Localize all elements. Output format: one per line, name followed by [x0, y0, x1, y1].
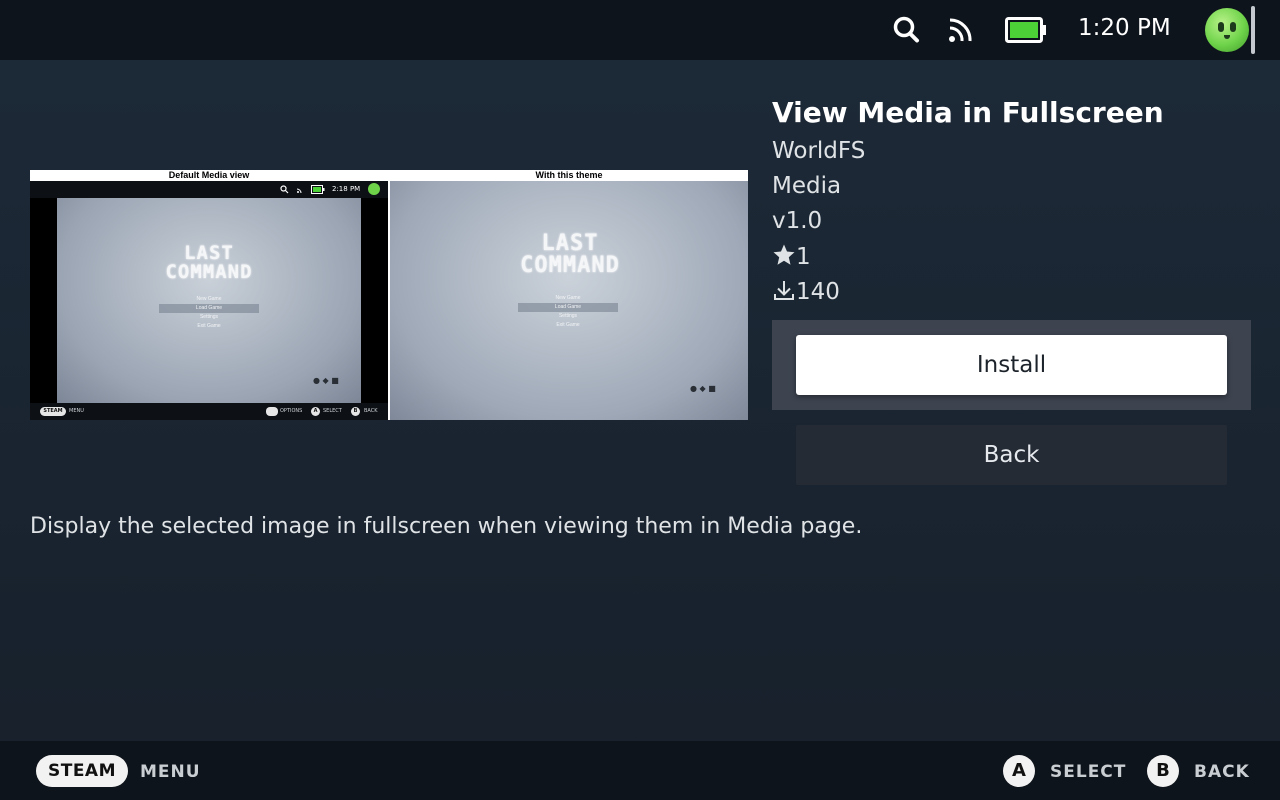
mini-rss-icon	[296, 188, 302, 194]
social-icons: ● ◆ ■	[313, 376, 339, 385]
star-icon	[773, 244, 795, 265]
install-focus-ring: Install	[772, 320, 1251, 410]
theme-preview-image: Default Media view With this theme 2:18 …	[30, 170, 748, 420]
mini-battery-icon	[311, 185, 325, 194]
theme-version: v1.0	[772, 208, 823, 234]
preview-default-view: 2:18 PM LAST COMMAND New Game Load Game …	[30, 181, 388, 420]
mini-avatar	[368, 183, 380, 195]
theme-title: View Media in Fullscreen	[772, 96, 1164, 129]
game-logo: LAST COMMAND	[165, 242, 253, 283]
theme-description: Display the selected image in fullscreen…	[30, 514, 863, 539]
status-bar: 1:20 PM	[0, 0, 1280, 60]
rss-icon	[947, 14, 975, 48]
avatar[interactable]	[1205, 8, 1249, 52]
b-button-icon[interactable]: B	[1147, 755, 1179, 787]
theme-downloads: 140	[772, 278, 840, 305]
mini-status-bar: 2:18 PM	[30, 181, 388, 198]
battery-icon	[1005, 17, 1047, 47]
game-menu: New Game Load Game Settings Exit Game	[159, 295, 259, 331]
mini-footer: STEAM MENU OPTIONS A SELECT B BACK	[30, 403, 388, 420]
theme-category: Media	[772, 173, 842, 199]
preview-caption-theme: With this theme	[535, 170, 603, 180]
a-button-icon[interactable]: A	[1003, 755, 1035, 787]
downloads-count: 140	[796, 279, 840, 305]
install-button[interactable]: Install	[796, 335, 1227, 395]
game-menu: New Game Load Game Settings Exit Game	[518, 294, 618, 330]
download-icon	[774, 281, 794, 300]
select-label: SELECT	[1050, 762, 1127, 782]
mini-game-screenshot: LAST COMMAND New Game Load Game Settings…	[57, 198, 361, 403]
theme-stars: 1	[772, 243, 811, 270]
preview-caption-default: Default Media view	[168, 170, 250, 180]
footer-bar: STEAM MENU A SELECT B BACK	[0, 741, 1280, 800]
clock: 1:20 PM	[1078, 15, 1171, 41]
theme-author: WorldFS	[772, 138, 866, 164]
preview-theme-view: LAST COMMAND New Game Load Game Settings…	[390, 181, 748, 420]
social-icons: ● ◆ ■	[690, 384, 716, 393]
game-logo: LAST COMMAND	[520, 231, 620, 278]
steam-button[interactable]: STEAM	[36, 755, 128, 787]
scroll-indicator	[1251, 6, 1255, 54]
stars-count: 1	[796, 244, 811, 270]
mini-search-icon	[280, 185, 289, 194]
back-label: BACK	[1194, 762, 1250, 782]
search-icon[interactable]	[893, 14, 921, 48]
mini-clock: 2:18 PM	[332, 185, 361, 193]
back-button[interactable]: Back	[796, 425, 1227, 485]
menu-label: MENU	[140, 762, 201, 782]
